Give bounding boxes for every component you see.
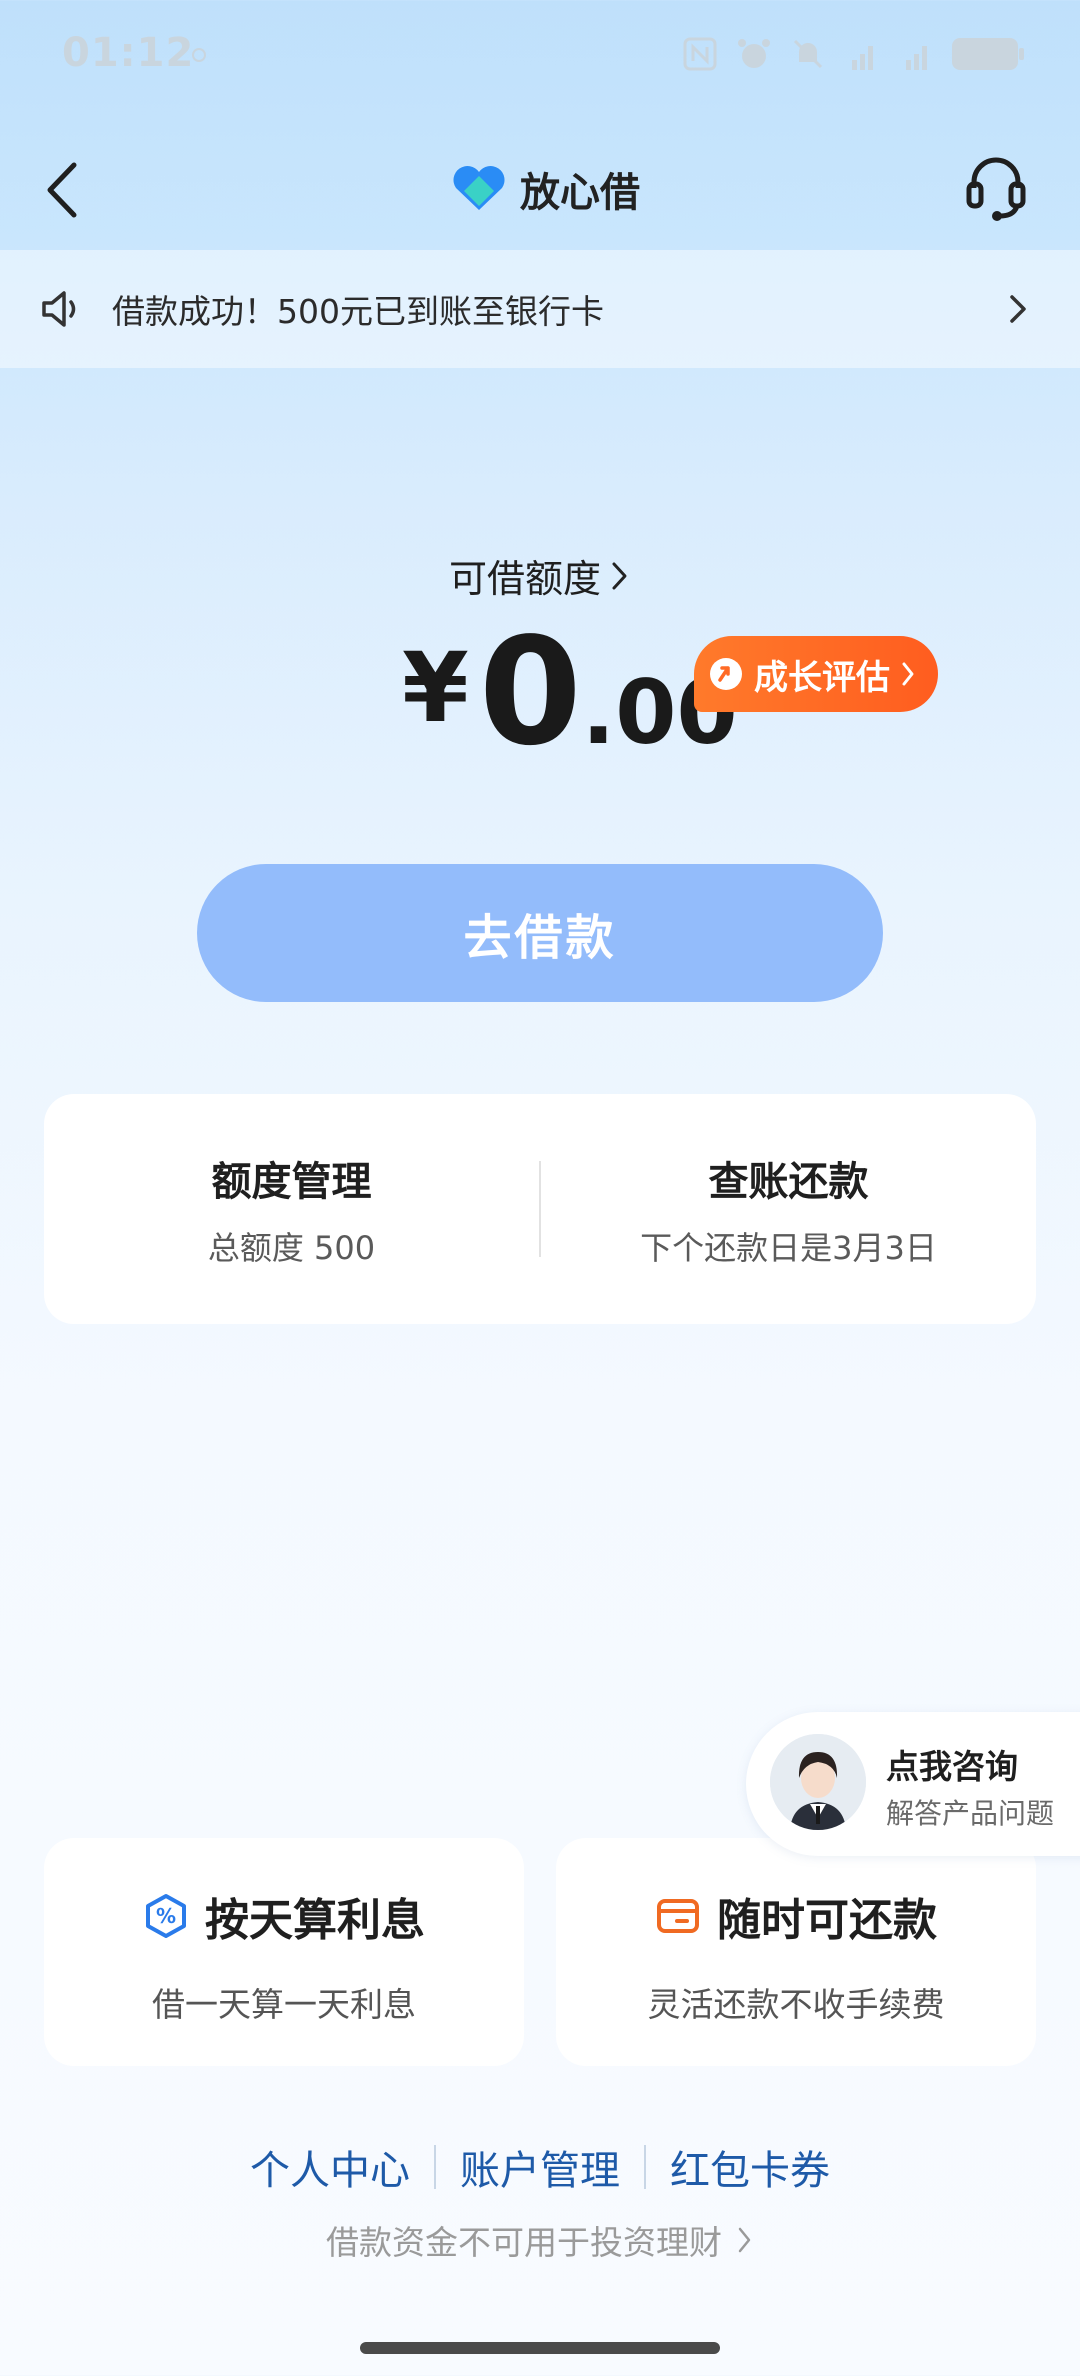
percent-shield-icon: % <box>146 1894 186 1938</box>
speaker-icon <box>42 291 76 327</box>
app-logo: 放心借 <box>450 160 640 218</box>
mute-bell-icon <box>793 39 823 69</box>
chevron-right-icon <box>738 2227 751 2253</box>
quota-management-title: 额度管理 <box>211 1159 372 1205</box>
consult-subtitle: 解答产品问题 <box>886 1797 1055 1830</box>
available-limit-label: 可借额度 <box>448 557 601 601</box>
personal-center-link[interactable]: 个人中心 <box>226 2138 434 2196</box>
chevron-right-icon <box>612 562 627 589</box>
feature-title: 随时可还款 <box>717 1895 937 1946</box>
growth-arrow-icon <box>710 658 742 690</box>
footer-links: 个人中心 账户管理 红包卡券 <box>0 2138 1080 2196</box>
borrow-button[interactable]: 去借款 <box>197 864 883 1002</box>
battery-icon <box>952 38 1024 70</box>
back-button[interactable] <box>36 155 92 225</box>
svg-text:%: % <box>156 1904 176 1928</box>
feature-daily-interest: % 按天算利息 借一天算一天利息 <box>44 1838 524 2066</box>
agent-avatar <box>770 1734 866 1830</box>
home-indicator[interactable] <box>360 2342 720 2354</box>
bill-repayment-item[interactable]: 查账还款 下个还款日是3月3日 <box>541 1149 1036 1269</box>
disclaimer-link[interactable]: 借款资金不可用于投资理财 <box>0 2216 1080 2264</box>
chevron-right-icon <box>1010 295 1026 323</box>
growth-assessment-label: 成长评估 <box>754 657 890 698</box>
feature-subtitle: 灵活还款不收手续费 <box>647 1985 945 2024</box>
coupons-link[interactable]: 红包卡券 <box>646 2138 854 2196</box>
total-quota-text: 总额度 500 <box>207 1229 376 1267</box>
wallet-icon <box>657 1899 699 1933</box>
feature-anytime-repay: 随时可还款 灵活还款不收手续费 <box>556 1838 1036 2066</box>
notice-bar[interactable]: 借款成功！500元已到账至银行卡 <box>0 250 1080 368</box>
heart-logo-icon <box>453 165 505 210</box>
quota-management-item[interactable]: 额度管理 总额度 500 <box>44 1149 539 1269</box>
nfc-icon <box>683 37 717 71</box>
growth-assessment-badge[interactable]: 成长评估 <box>694 636 938 712</box>
feature-subtitle: 借一天算一天利息 <box>152 1985 416 2024</box>
disclaimer-text: 借款资金不可用于投资理财 <box>326 2223 722 2262</box>
consult-floating-button[interactable]: 点我咨询 解答产品问题 <box>746 1712 1080 1856</box>
notice-text: 借款成功！500元已到账至银行卡 <box>112 292 604 331</box>
customer-service-headset-icon[interactable] <box>964 152 1028 224</box>
next-repayment-date-text: 下个还款日是3月3日 <box>640 1229 937 1267</box>
amount-integer: 0 <box>478 606 582 778</box>
signal-5g-icon-2 <box>906 46 927 70</box>
app-name: 放心借 <box>520 170 640 216</box>
status-time: 01:12 <box>62 30 195 76</box>
available-amount: ¥ 0 .00 <box>402 618 738 766</box>
status-icons <box>682 36 1024 72</box>
notification-dot-icon <box>192 48 206 62</box>
chevron-right-icon <box>902 662 914 686</box>
account-management-link[interactable]: 账户管理 <box>436 2138 644 2196</box>
feature-title: 按天算利息 <box>205 1895 425 1946</box>
signal-5g-icon <box>852 46 873 70</box>
available-limit-link[interactable]: 可借额度 <box>0 548 1080 603</box>
alarm-icon <box>738 39 770 68</box>
account-summary-card: 额度管理 总额度 500 查账还款 下个还款日是3月3日 <box>44 1094 1036 1324</box>
consult-title: 点我咨询 <box>886 1747 1018 1786</box>
bill-repayment-title: 查账还款 <box>708 1159 869 1205</box>
currency-symbol: ¥ <box>402 632 469 744</box>
